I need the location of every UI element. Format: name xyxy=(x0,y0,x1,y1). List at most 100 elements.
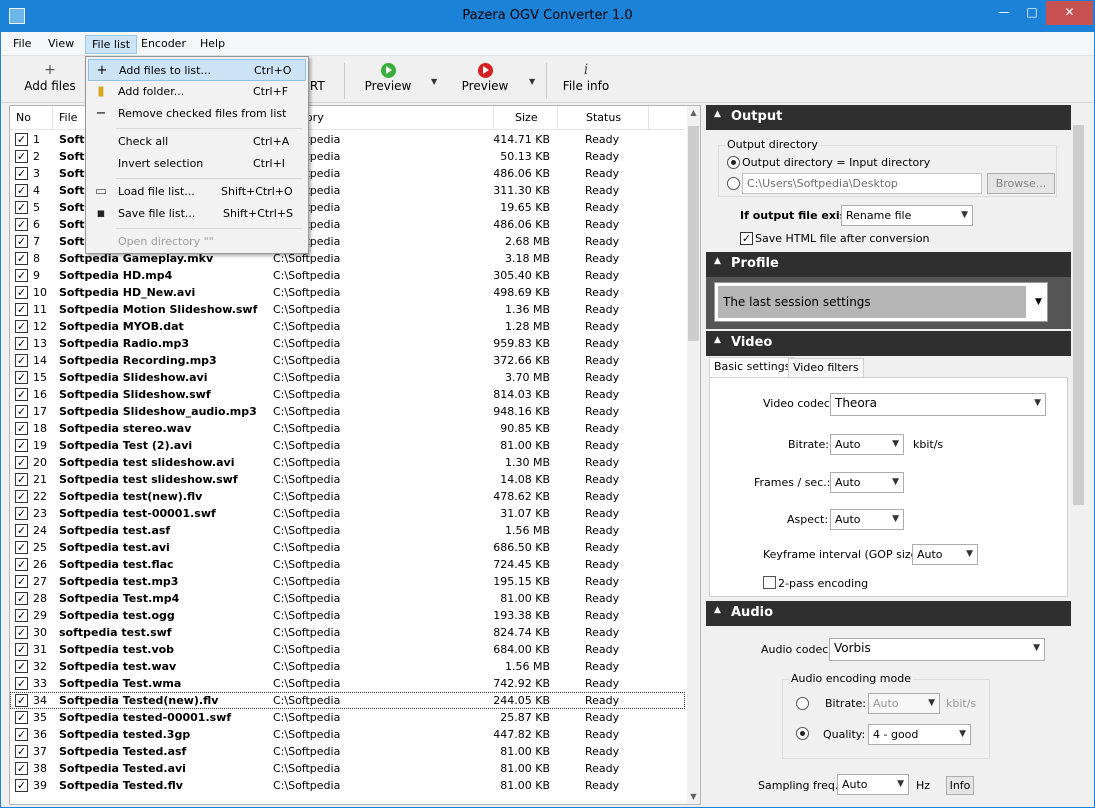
table-row[interactable]: ✓ 28 Softpedia Test.mp4 C:\Softpedia 81.00 K… xyxy=(10,590,685,607)
row-checkbox[interactable]: ✓ xyxy=(15,320,28,333)
menu-item-load-list[interactable]: ▭ Load file list... Shift+Ctrl+O xyxy=(88,181,306,203)
table-row[interactable]: ✓ 24 Softpedia test.asf C:\Softpedia 1.56 MB… xyxy=(10,522,685,539)
table-row[interactable]: ✓ 17 Softpedia Slideshow_audio.mp3 C:\Softp… xyxy=(10,403,685,420)
close-button[interactable]: ✕ xyxy=(1046,1,1093,25)
row-checkbox[interactable]: ✓ xyxy=(15,609,28,622)
minimize-button[interactable]: — xyxy=(989,1,1019,25)
row-checkbox[interactable]: ✓ xyxy=(15,490,28,503)
row-checkbox[interactable]: ✓ xyxy=(15,592,28,605)
menu-view[interactable]: View xyxy=(42,35,80,54)
settings-scrollbar[interactable] xyxy=(1071,105,1086,805)
table-row[interactable]: ✓ 31 Softpedia test.vob C:\Softpedia 684.00 … xyxy=(10,641,685,658)
table-row[interactable]: ✓ 32 Softpedia test.wav C:\Softpedia 1.56 MB… xyxy=(10,658,685,675)
section-video[interactable]: ▲ Video xyxy=(706,331,1071,356)
row-checkbox[interactable]: ✓ xyxy=(15,371,28,384)
table-row[interactable]: ✓ 33 Softpedia Test.wma C:\Softpedia 742.92 … xyxy=(10,675,685,692)
table-row[interactable]: ✓ 12 Softpedia MYOB.dat C:\Softpedia 1.28 MB… xyxy=(10,318,685,335)
row-checkbox[interactable]: ✓ xyxy=(15,762,28,775)
audio-quality-radio[interactable] xyxy=(796,727,809,740)
column-no[interactable]: No xyxy=(16,111,31,124)
menu-encoder[interactable]: Encoder xyxy=(135,35,192,54)
row-checkbox[interactable]: ✓ xyxy=(15,694,28,707)
row-checkbox[interactable]: ✓ xyxy=(15,456,28,469)
column-status[interactable]: Status xyxy=(586,111,621,124)
row-checkbox[interactable]: ✓ xyxy=(15,218,28,231)
table-row[interactable]: ✓ 19 Softpedia Test (2).avi C:\Softpedia 81.… xyxy=(10,437,685,454)
row-checkbox[interactable]: ✓ xyxy=(15,779,28,792)
table-row[interactable]: ✓ 22 Softpedia test(new).flv C:\Softpedia 47… xyxy=(10,488,685,505)
maximize-button[interactable]: □ xyxy=(1017,1,1047,25)
row-checkbox[interactable]: ✓ xyxy=(15,677,28,690)
table-row[interactable]: ✓ 30 softpedia test.swf C:\Softpedia 824.74 … xyxy=(10,624,685,641)
audio-bitrate-radio[interactable] xyxy=(796,697,809,710)
audio-bitrate-select[interactable]: Auto ▼ xyxy=(868,693,940,714)
if-exists-select[interactable]: Rename file ▼ xyxy=(841,205,973,226)
table-row[interactable]: ✓ 23 Softpedia test-00001.swf C:\Softpedia 3… xyxy=(10,505,685,522)
row-checkbox[interactable]: ✓ xyxy=(15,541,28,554)
table-row[interactable]: ✓ 21 Softpedia test slideshow.swf C:\Softpe… xyxy=(10,471,685,488)
tab-basic-settings[interactable]: Basic settings xyxy=(709,357,796,378)
settings-scroll-thumb[interactable] xyxy=(1073,125,1084,505)
row-checkbox[interactable]: ✓ xyxy=(15,745,28,758)
table-row[interactable]: ✓ 14 Softpedia Recording.mp3 C:\Softpedia 37… xyxy=(10,352,685,369)
row-checkbox[interactable]: ✓ xyxy=(15,354,28,367)
table-row[interactable]: ✓ 16 Softpedia Slideshow.swf C:\Softpedia 81… xyxy=(10,386,685,403)
table-row[interactable]: ✓ 26 Softpedia test.flac C:\Softpedia 724.45… xyxy=(10,556,685,573)
audio-info-button[interactable]: Info xyxy=(946,776,974,795)
row-checkbox[interactable]: ✓ xyxy=(15,439,28,452)
menu-item-remove-checked[interactable]: − Remove checked files from list xyxy=(88,103,306,125)
preview-1-dropdown-arrow[interactable]: ▼ xyxy=(431,77,437,86)
video-codec-select[interactable]: Theora ▼ xyxy=(830,393,1046,416)
section-audio[interactable]: ▲ Audio xyxy=(706,601,1071,626)
table-row[interactable]: ✓ 15 Softpedia Slideshow.avi C:\Softpedia 3.… xyxy=(10,369,685,386)
menu-item-save-list[interactable]: ▪ Save file list... Shift+Ctrl+S xyxy=(88,203,306,225)
table-row[interactable]: ✓ 39 Softpedia Tested.flv C:\Softpedia 81.00… xyxy=(10,777,685,794)
row-checkbox[interactable]: ✓ xyxy=(15,507,28,520)
table-row[interactable]: ✓ 36 Softpedia tested.3gp C:\Softpedia 447.8… xyxy=(10,726,685,743)
row-checkbox[interactable]: ✓ xyxy=(15,269,28,282)
row-checkbox[interactable]: ✓ xyxy=(15,337,28,350)
table-row[interactable]: ✓ 37 Softpedia Tested.asf C:\Softpedia 81.00… xyxy=(10,743,685,760)
row-checkbox[interactable]: ✓ xyxy=(15,286,28,299)
file-info-button[interactable]: i File info xyxy=(561,61,611,101)
row-checkbox[interactable]: ✓ xyxy=(15,184,28,197)
keyframe-select[interactable]: Auto ▼ xyxy=(912,544,978,565)
column-size[interactable]: Size xyxy=(515,111,538,124)
list-scrollbar[interactable]: ▲ ▼ xyxy=(687,106,700,804)
menu-file[interactable]: File xyxy=(7,35,37,54)
table-row[interactable]: ✓ 11 Softpedia Motion Slideshow.swf C:\Soft… xyxy=(10,301,685,318)
row-checkbox[interactable]: ✓ xyxy=(15,558,28,571)
section-profile[interactable]: ▲ Profile xyxy=(706,252,1071,277)
table-row[interactable]: ✓ 35 Softpedia tested-00001.swf C:\Softpedi… xyxy=(10,709,685,726)
table-row[interactable]: ✓ 9 Softpedia HD.mp4 C:\Softpedia 305.40 KB R… xyxy=(10,267,685,284)
row-checkbox[interactable]: ✓ xyxy=(15,643,28,656)
menu-item-invert-selection[interactable]: Invert selection Ctrl+I xyxy=(88,153,306,175)
menu-item-check-all[interactable]: Check all Ctrl+A xyxy=(88,131,306,153)
profile-select[interactable]: The last session settings ▼ xyxy=(714,282,1048,322)
row-checkbox[interactable]: ✓ xyxy=(15,524,28,537)
row-checkbox[interactable]: ✓ xyxy=(15,167,28,180)
audio-codec-select[interactable]: Vorbis ▼ xyxy=(829,638,1045,661)
row-checkbox[interactable]: ✓ xyxy=(15,201,28,214)
row-checkbox[interactable]: ✓ xyxy=(15,626,28,639)
table-row[interactable]: ✓ 34 Softpedia Tested(new).flv C:\Softpedia… xyxy=(10,692,685,709)
table-row[interactable]: ✓ 25 Softpedia test.avi C:\Softpedia 686.50 … xyxy=(10,539,685,556)
row-checkbox[interactable]: ✓ xyxy=(15,660,28,673)
menu-help[interactable]: Help xyxy=(194,35,231,54)
add-files-button[interactable]: + Add files xyxy=(21,61,79,101)
table-row[interactable]: ✓ 38 Softpedia Tested.avi C:\Softpedia 81.00… xyxy=(10,760,685,777)
row-checkbox[interactable]: ✓ xyxy=(15,235,28,248)
sampling-freq-select[interactable]: Auto ▼ xyxy=(837,774,909,795)
row-checkbox[interactable]: ✓ xyxy=(15,575,28,588)
aspect-select[interactable]: Auto ▼ xyxy=(830,509,904,530)
menu-file-list[interactable]: File list xyxy=(85,35,138,54)
row-checkbox[interactable]: ✓ xyxy=(15,422,28,435)
preview-button-2[interactable]: Preview xyxy=(456,61,514,101)
row-checkbox[interactable]: ✓ xyxy=(15,388,28,401)
preview-button-1[interactable]: Preview xyxy=(359,61,417,101)
fps-select[interactable]: Auto ▼ xyxy=(830,472,904,493)
row-checkbox[interactable]: ✓ xyxy=(15,473,28,486)
scroll-thumb[interactable] xyxy=(688,126,699,341)
preview-2-dropdown-arrow[interactable]: ▼ xyxy=(529,77,535,86)
table-row[interactable]: ✓ 10 Softpedia HD_New.avi C:\Softpedia 498.6… xyxy=(10,284,685,301)
